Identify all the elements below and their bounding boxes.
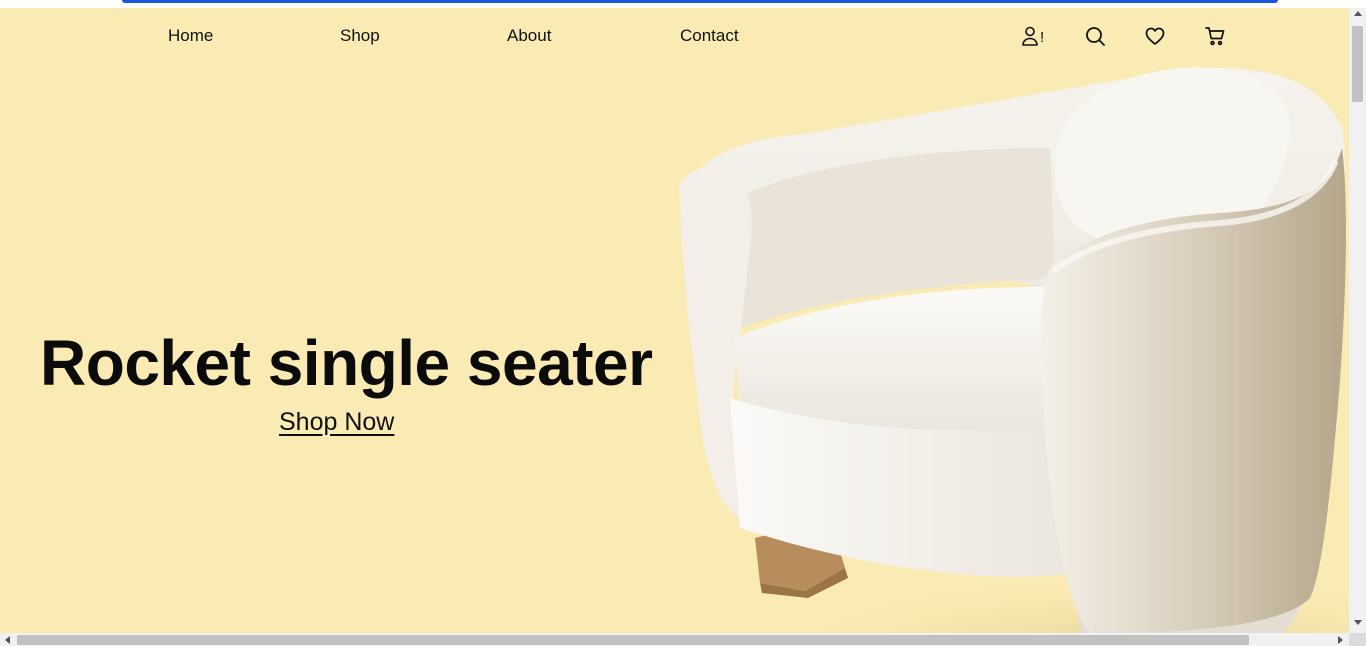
horizontal-scrollbar[interactable] [0,633,1349,646]
nav-link-about[interactable]: About [507,26,551,46]
scrollbar-corner [1349,633,1366,646]
nav-link-home[interactable]: Home [168,26,213,46]
horizontal-scroll-thumb[interactable] [17,635,1249,645]
product-image [660,38,1349,633]
shop-now-link[interactable]: Shop Now [279,408,394,437]
browser-viewport: Home Shop About Contact ! Rocket single … [0,0,1366,646]
armchair-illustration [679,67,1349,633]
nav-link-shop[interactable]: Shop [340,26,380,46]
scroll-right-arrow-icon[interactable] [1338,636,1343,644]
vertical-scroll-thumb[interactable] [1352,26,1363,102]
hero-section: Home Shop About Contact ! Rocket single … [0,8,1349,633]
scroll-left-arrow-icon[interactable] [5,636,10,644]
vertical-scrollbar[interactable] [1349,8,1366,633]
top-strip [0,0,1349,8]
focus-bar [122,0,1278,3]
hero-title: Rocket single seater [40,327,653,399]
scroll-up-arrow-icon[interactable] [1354,11,1362,16]
scroll-down-arrow-icon[interactable] [1354,620,1362,625]
